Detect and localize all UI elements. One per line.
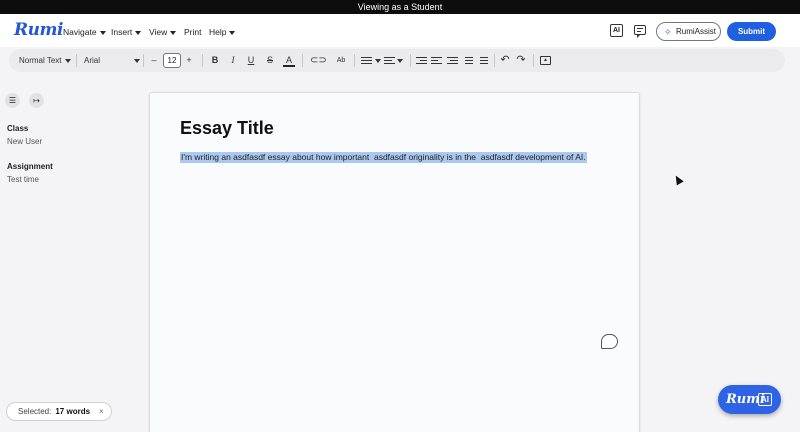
divider [354,54,355,67]
divider [494,54,495,67]
undo-icon[interactable]: ↶ [499,54,511,67]
align-dropdown[interactable] [394,49,403,72]
underline-button[interactable]: U [245,54,257,67]
essay-title[interactable]: Essay Title [180,118,274,139]
chevron-down-icon [135,30,142,35]
chevron-down-icon [99,30,106,35]
font-size-input[interactable]: 12 [163,53,181,68]
chevron-down-icon [64,58,71,63]
divider [76,54,77,67]
toggle-sidebar-icon[interactable]: ☰ [5,93,20,108]
menu-insert-label: Insert [111,27,133,37]
sparkle-icon: ✧ [664,27,672,37]
formatting-toolbar: Normal Text Arial – 12 + B I U S A ⊂⊃ Ab… [9,49,785,72]
chevron-down-icon [397,58,403,63]
rumi-ai-button[interactable]: Rumi AI [718,385,781,414]
font-family-value: Arial [84,56,101,65]
essay-document[interactable]: Essay Title I'm writing an asdfasdf essa… [149,92,640,432]
link-icon[interactable]: ⊂⊃ [310,54,327,67]
menu-navigate-label: Navigate [63,27,97,37]
menu-help[interactable]: Help [209,27,236,37]
decrease-font-size-button[interactable]: – [148,54,160,67]
line-spacing-dropdown[interactable] [372,49,381,72]
menu-insert[interactable]: Insert [111,27,142,37]
text-color-button[interactable]: A [283,54,295,67]
numbered-list-icon[interactable] [462,56,473,65]
menu-navigate[interactable]: Navigate [63,27,106,37]
submit-button[interactable]: Submit [727,22,776,41]
indent-icon[interactable] [416,56,427,65]
selection-count-pill: Selected: 17 words × [6,402,112,421]
selected-label: Selected: [18,407,52,416]
mouse-cursor-icon [672,173,684,186]
insert-image-icon[interactable]: ▲ [540,56,551,65]
menu-view-label: View [149,27,168,37]
italic-button[interactable]: I [227,54,239,67]
chevron-down-icon [229,30,236,35]
chevron-down-icon [134,58,141,63]
outdent-icon[interactable] [431,56,442,65]
rumiassist-button[interactable]: ✧ RumiAssist [656,22,721,41]
divider [410,54,411,67]
bold-button[interactable]: B [209,54,221,67]
chevron-down-icon [375,58,381,63]
menu-print[interactable]: Print [184,27,201,37]
line-spacing-icon[interactable] [361,56,372,65]
close-icon[interactable]: × [99,403,104,420]
chevron-down-icon [170,30,177,35]
expand-arrow-icon[interactable]: ↦ [29,93,44,108]
increase-font-size-button[interactable]: + [183,54,195,67]
viewing-mode-banner: Viewing as a Student [0,0,800,14]
ai-badge: AI [758,393,772,406]
rumi-logo[interactable]: Rumi [14,20,63,40]
text-style-value: Normal Text [19,56,62,65]
essay-body-text[interactable]: I'm writing an asdfasdf essay about how … [180,152,587,163]
divider [302,54,303,67]
selected-word-count: 17 words [55,407,91,416]
rumiassist-label: RumiAssist [676,27,717,36]
strikethrough-button[interactable]: S [264,54,276,67]
divider [143,54,144,67]
redo-icon[interactable]: ↷ [515,54,527,67]
decrease-indent-icon[interactable] [447,56,458,65]
menu-print-label: Print [184,27,202,37]
menu-help-label: Help [209,27,227,37]
text-style-select[interactable]: Normal Text [19,49,71,72]
comment-icon[interactable] [634,25,646,38]
assignment-label: Assignment [7,162,53,171]
bulleted-list-icon[interactable] [477,56,488,65]
add-comment-icon[interactable] [601,334,618,349]
menu-view[interactable]: View [149,27,177,37]
font-family-select[interactable]: Arial [84,49,141,72]
superscript-button[interactable]: Ab [334,54,348,67]
assignment-value: Test time [7,175,40,184]
class-value: New User [7,137,43,146]
class-label: Class [7,124,29,133]
divider [533,54,534,67]
divider [202,54,203,67]
ai-icon[interactable]: AI [610,24,623,37]
